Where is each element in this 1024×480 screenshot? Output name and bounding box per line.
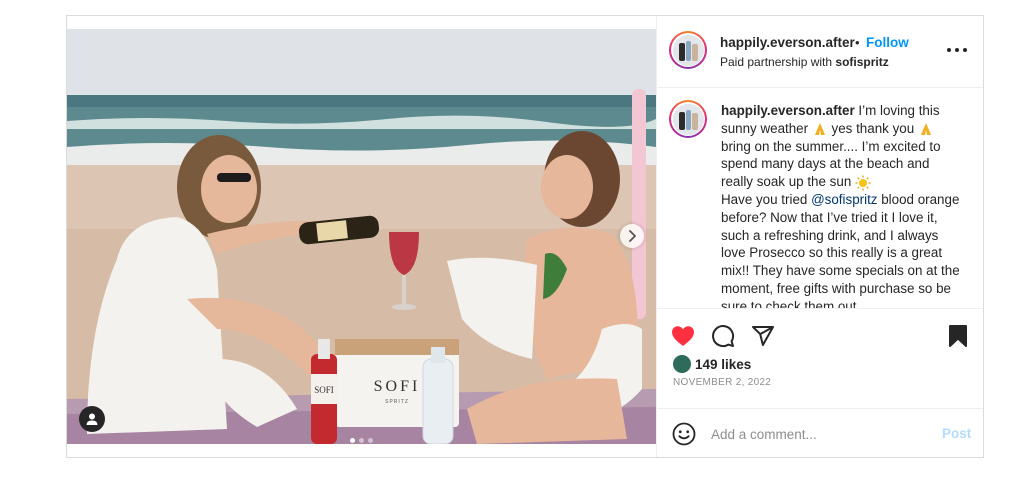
- comment-icon: [712, 325, 735, 348]
- share-icon: [752, 326, 774, 346]
- post-header: happily.everson.after • Follow Paid part…: [657, 16, 983, 88]
- carousel-dot: [368, 438, 373, 443]
- instagram-post: SOFI SPRITZ SOFI happily.everson.after •…: [66, 15, 984, 458]
- heart-icon: [672, 326, 694, 346]
- caption-avatar[interactable]: [669, 100, 707, 138]
- beach-photo: SOFI SPRITZ SOFI: [67, 29, 656, 444]
- avatar-image: [672, 103, 704, 135]
- separator-dot: •: [855, 35, 860, 50]
- caption-text: Have you tried: [721, 191, 812, 207]
- praying-hands-icon: [920, 123, 931, 136]
- carousel-dot: [359, 438, 364, 443]
- carousel-dot: [350, 438, 355, 443]
- product-sublabel: SPRITZ: [385, 399, 409, 405]
- comment-button[interactable]: [710, 323, 736, 349]
- post-media: SOFI SPRITZ SOFI: [67, 16, 656, 457]
- author-username[interactable]: happily.everson.after: [720, 35, 855, 50]
- avatar-image: [672, 34, 704, 66]
- sun-icon: [855, 175, 871, 191]
- caption-text: blood orange before? Now that I’ve tried…: [721, 191, 960, 308]
- likes-count[interactable]: 149 likes: [695, 357, 751, 372]
- liker-avatar: [673, 355, 691, 373]
- bottle-label: SOFI: [314, 385, 334, 395]
- post-photo[interactable]: SOFI SPRITZ SOFI: [67, 29, 656, 444]
- bookmark-icon: [949, 325, 967, 347]
- comment-input[interactable]: [711, 423, 931, 445]
- user-tag-icon: [86, 413, 98, 425]
- more-icon: [947, 48, 951, 52]
- carousel-indicator: [67, 438, 656, 443]
- paid-partnership-label: Paid partnership with sofispritz: [720, 55, 889, 69]
- follow-button[interactable]: Follow: [866, 35, 909, 50]
- post-date[interactable]: NOVEMBER 2, 2022: [673, 377, 771, 388]
- partner-link[interactable]: sofispritz: [835, 55, 888, 69]
- caption-username[interactable]: happily.everson.after: [721, 103, 855, 118]
- like-button[interactable]: [670, 323, 696, 349]
- caption-text: yes thank you: [827, 120, 918, 136]
- save-button[interactable]: [945, 323, 971, 349]
- comment-bar: Post: [657, 408, 983, 457]
- praying-hands-icon: [814, 123, 825, 136]
- carousel-next-button[interactable]: [620, 224, 644, 248]
- post-comment-button[interactable]: Post: [942, 426, 971, 441]
- caption-text: bring on the summer.... I’m excited to s…: [721, 138, 941, 190]
- partnership-prefix: Paid partnership with: [720, 55, 833, 69]
- user-tag-button[interactable]: [79, 406, 105, 432]
- mention-link[interactable]: @sofispritz: [811, 192, 877, 207]
- caption-area: happily.everson.after I’m loving this su…: [657, 88, 983, 308]
- author-avatar[interactable]: [669, 31, 707, 69]
- more-options-button[interactable]: [947, 42, 967, 58]
- chevron-right-icon: [629, 230, 636, 242]
- post-caption: happily.everson.after I’m loving this su…: [721, 102, 961, 308]
- post-side-panel: happily.everson.after • Follow Paid part…: [656, 16, 983, 457]
- likes-summary[interactable]: 149 likes: [673, 355, 751, 373]
- post-actions: 149 likes NOVEMBER 2, 2022: [657, 308, 983, 408]
- share-button[interactable]: [750, 323, 776, 349]
- emoji-picker-icon[interactable]: [671, 421, 697, 447]
- product-label: SOFI: [374, 378, 421, 395]
